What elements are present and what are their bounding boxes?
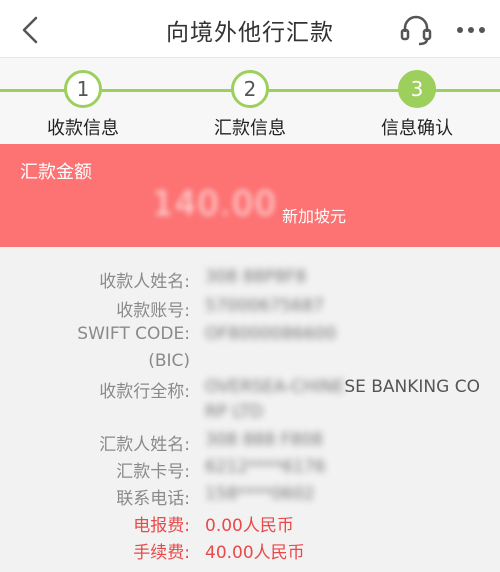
telegraph-fee-label: 电报费: (133, 516, 190, 536)
payee-account-row: 收款账号: 57000675687 (0, 296, 500, 322)
card-number-value: 6212****6176 (205, 457, 326, 477)
payee-account-label: 收款账号: (116, 301, 190, 321)
more-options-button[interactable] (450, 9, 492, 51)
card-number-label: 汇款卡号: (116, 462, 190, 482)
handling-fee-value: 40.00人民币 (205, 543, 305, 563)
remitter-name-row: 汇款人姓名: 308 888 F808 (0, 430, 500, 456)
phone-row: 联系电话: 158****0602 (0, 484, 500, 510)
remitter-name-value: 308 888 F808 (205, 430, 323, 450)
step-1: 1 收款信息 (28, 70, 138, 140)
step-2-number: 2 (231, 70, 269, 108)
swift-code-label-bic: (BIC) (148, 351, 190, 371)
payee-bank-value-blurred: OVERSEA-CHINE (205, 377, 345, 397)
card-number-row: 汇款卡号: 6212****6176 (0, 457, 500, 483)
headset-icon (400, 15, 432, 46)
amount-title: 汇款金额 (20, 162, 92, 183)
step-1-label: 收款信息 (47, 118, 119, 139)
phone-label: 联系电话: (116, 489, 190, 509)
customer-service-button[interactable] (395, 9, 437, 51)
more-dots-icon (457, 27, 485, 33)
swift-code-row: SWIFT CODE: OF8000086600 (0, 324, 500, 350)
phone-value: 158****0602 (205, 484, 315, 504)
handling-fee-row: 手续费: 40.00人民币 (0, 538, 500, 564)
swift-code-value: OF8000086600 (205, 324, 337, 344)
step-3-number: 3 (398, 70, 436, 108)
progress-steps: 1 收款信息 2 汇款信息 3 信息确认 (0, 58, 500, 144)
payee-bank-label: 收款行全称: (99, 382, 190, 402)
payee-bank-value: OVERSEA-CHINESE BANKING CO (205, 377, 480, 397)
amount-currency: 新加坡元 (282, 207, 347, 226)
handling-fee-label: 手续费: (133, 543, 190, 563)
swift-code-row-line2: (BIC) (0, 351, 500, 377)
payee-bank-value-visible: SE BANKING CO (344, 377, 480, 397)
step-1-number: 1 (64, 70, 102, 108)
payee-account-value: 57000675687 (205, 296, 324, 316)
payee-bank-value-line2: RP LTD (205, 402, 264, 422)
payee-bank-row-line2: RP LTD (0, 402, 500, 428)
amount-banner: 汇款金额 140.00 新加坡元 (0, 144, 500, 247)
payee-name-row: 收款人姓名: 308 88P8F8 (0, 267, 500, 293)
payee-name-label: 收款人姓名: (99, 272, 190, 292)
step-2-label: 汇款信息 (214, 118, 286, 139)
telegraph-fee-value: 0.00人民币 (205, 516, 294, 536)
telegraph-fee-row: 电报费: 0.00人民币 (0, 511, 500, 537)
payee-name-value: 308 88P8F8 (205, 267, 307, 287)
step-3: 3 信息确认 (362, 70, 472, 140)
remitter-name-label: 汇款人姓名: (99, 435, 190, 455)
confirmation-details: 收款人姓名: 308 88P8F8 收款账号: 57000675687 SWIF… (0, 247, 500, 572)
step-3-label: 信息确认 (381, 118, 453, 139)
amount-value: 140.00 (152, 184, 277, 224)
step-2: 2 汇款信息 (195, 70, 305, 140)
payee-bank-row: 收款行全称: OVERSEA-CHINESE BANKING CO (0, 377, 500, 403)
swift-code-label: SWIFT CODE: (77, 324, 190, 344)
top-navigation-bar: 向境外他行汇款 (0, 0, 500, 58)
